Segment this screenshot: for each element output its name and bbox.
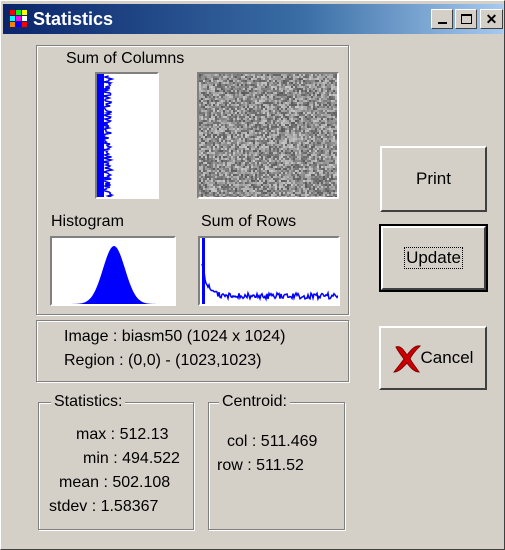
print-button[interactable]: Print: [380, 146, 487, 212]
cancel-x-icon: [392, 345, 421, 373]
sum-of-rows-spike: [202, 238, 205, 304]
image-noise: [199, 74, 337, 197]
update-button-label: Update: [404, 247, 463, 269]
sum-of-columns-label: Sum of Columns: [66, 50, 185, 67]
image-info-text: Image : biasm50 (1024 x 1024): [64, 328, 286, 345]
stat-mean: mean : 502.108: [59, 474, 171, 491]
histogram-label: Histogram: [51, 213, 124, 230]
cancel-button-label: Cancel: [420, 348, 474, 367]
cancel-button[interactable]: Cancel: [379, 326, 487, 390]
region-info-text: Region : (0,0) - (1023,1023): [64, 352, 262, 369]
minimize-icon: [437, 22, 447, 24]
maximize-button[interactable]: [455, 9, 477, 29]
sum-of-rows-plot: [198, 236, 340, 306]
window-title: Statistics: [33, 9, 114, 29]
centroid-col: col : 511.469: [227, 433, 318, 450]
update-button[interactable]: Update: [379, 224, 488, 292]
sum-of-rows-label: Sum of Rows: [201, 213, 297, 230]
close-icon: ✕: [485, 11, 498, 27]
app-icon: [10, 10, 28, 28]
histogram-curve: [52, 246, 174, 304]
centroid-group-title: Centroid:: [219, 393, 290, 411]
statistics-group-title: Statistics:: [51, 393, 126, 411]
sum-of-columns-fill: [97, 74, 104, 197]
stat-stdev: stdev : 1.58367: [49, 498, 159, 515]
title-bar[interactable]: Statistics ✕: [3, 4, 503, 34]
close-button[interactable]: ✕: [480, 9, 503, 29]
sum-of-columns-plot: [95, 72, 159, 199]
image-preview: [197, 72, 339, 199]
histogram-area: [52, 246, 174, 304]
minimize-button[interactable]: [431, 9, 453, 29]
statistics-window: Statistics ✕ Sum of Columns Histogram Su…: [0, 0, 505, 550]
stat-max: max : 512.13: [76, 426, 169, 443]
stat-min: min : 494.522: [83, 450, 180, 467]
sum-of-columns-curve: [97, 74, 115, 197]
sum-of-rows-line: [201, 263, 338, 302]
noise-pixels: [199, 74, 337, 197]
print-button-label: Print: [416, 169, 451, 188]
histogram-plot: [50, 236, 176, 306]
maximize-icon: [460, 14, 472, 24]
centroid-row: row : 511.52: [217, 457, 304, 474]
sum-of-rows-curve: [201, 238, 338, 304]
